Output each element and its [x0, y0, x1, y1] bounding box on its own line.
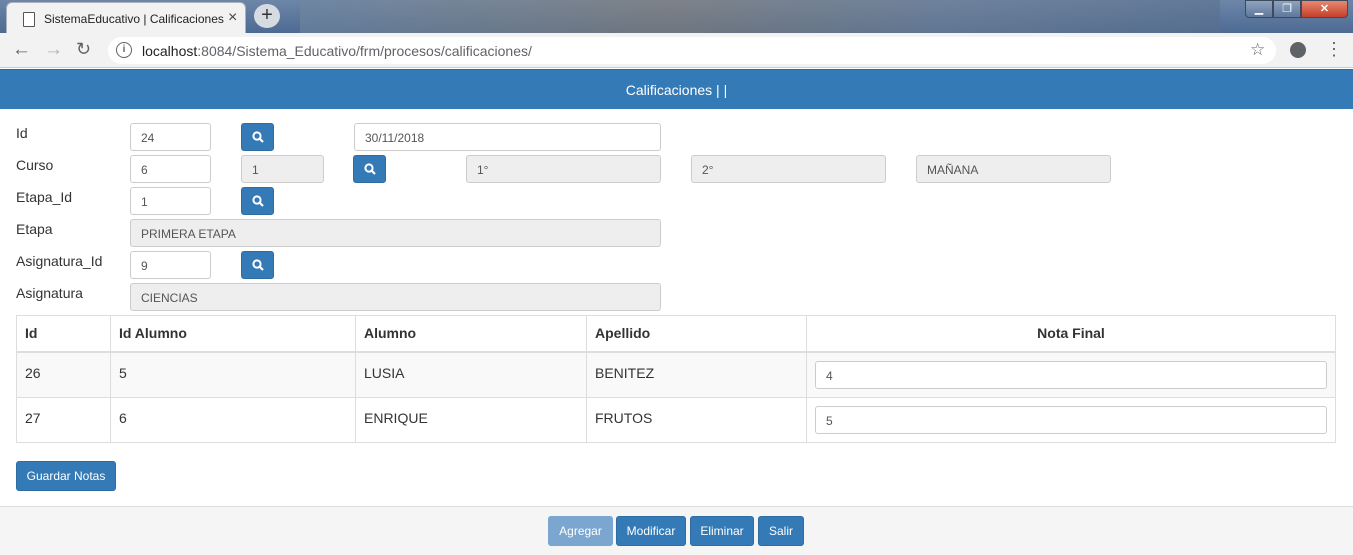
browser-tab[interactable]: SistemaEducativo | Calificaciones × [6, 2, 246, 35]
address-bar[interactable]: i localhost:8084/Sistema_Educativo/frm/p… [108, 37, 1276, 64]
id-label: Id [16, 125, 28, 141]
asignatura-label: Asignatura [16, 285, 83, 301]
turno-field: MAÑANA [916, 155, 1111, 183]
nota-input[interactable]: 4 [815, 360, 1327, 389]
curso-a-field: 1° [466, 155, 661, 183]
etapa-id-input[interactable]: 1 [130, 187, 211, 215]
fecha-input[interactable]: 30/11/2018 [354, 123, 661, 151]
tab-close-icon[interactable]: × [228, 9, 237, 27]
cell-id: 26 [16, 351, 111, 398]
maximize-button[interactable]: ❐ [1273, 0, 1301, 18]
cell-id-alumno: 6 [110, 396, 356, 443]
window-titlebar: SistemaEducativo | Calificaciones × + ▁ … [0, 0, 1353, 35]
curso-b-field: 2° [691, 155, 886, 183]
curso-code-field: 1 [241, 155, 324, 183]
curso-label: Curso [16, 157, 54, 173]
panel-header: Calificaciones | | [0, 69, 1353, 109]
asignatura-id-label: Asignatura_Id [16, 253, 103, 269]
agregar-button[interactable]: Agregar [548, 516, 613, 546]
id-input[interactable]: 24 [130, 123, 211, 151]
asignatura-field: CIENCIAS [130, 283, 661, 311]
nota-input[interactable]: 5 [815, 405, 1327, 434]
url-text: localhost:8084/Sistema_Educativo/frm/pro… [142, 43, 532, 59]
account-icon[interactable] [1290, 42, 1306, 58]
search-icon [252, 131, 264, 143]
desktop-background [300, 0, 1220, 33]
page-icon [23, 12, 35, 27]
col-header-id-alumno: Id Alumno [110, 315, 356, 353]
table-row: 26 5 LUSIA BENITEZ 4 [16, 351, 1336, 398]
eliminar-button[interactable]: Eliminar [690, 516, 754, 546]
forward-icon[interactable]: → [44, 39, 63, 61]
modificar-button[interactable]: Modificar [616, 516, 686, 546]
page-title: Calificaciones | | [625, 82, 728, 98]
minimize-button[interactable]: ▁ [1245, 0, 1273, 18]
salir-button[interactable]: Salir [758, 516, 804, 546]
tab-title: SistemaEducativo | Calificaciones [44, 12, 224, 26]
asignatura-search-button[interactable] [241, 251, 274, 279]
etapa-field: PRIMERA ETAPA [130, 219, 661, 247]
cell-alumno: ENRIQUE [355, 396, 587, 443]
menu-dots-icon[interactable]: ⋮ [1325, 39, 1343, 60]
bookmark-star-icon[interactable]: ☆ [1250, 40, 1265, 60]
col-header-id: Id [16, 315, 111, 353]
url-host: localhost [142, 43, 198, 59]
browser-toolbar: ← → ↻ i localhost:8084/Sistema_Educativo… [0, 33, 1353, 68]
table-header-row: Id Id Alumno Alumno Apellido Nota Final [16, 315, 1336, 353]
search-icon [252, 259, 264, 271]
cell-apellido: BENITEZ [586, 351, 807, 398]
col-header-nota-final: Nota Final [806, 315, 1336, 353]
cell-nota: 4 [806, 351, 1336, 398]
search-icon [252, 195, 264, 207]
close-window-button[interactable]: ✕ [1301, 0, 1348, 18]
search-icon [364, 163, 376, 175]
url-path: :8084/Sistema_Educativo/frm/procesos/cal… [197, 43, 532, 59]
cell-id: 27 [16, 396, 111, 443]
asignatura-id-input[interactable]: 9 [130, 251, 211, 279]
cell-id-alumno: 5 [110, 351, 356, 398]
etapa-search-button[interactable] [241, 187, 274, 215]
curso-input[interactable]: 6 [130, 155, 211, 183]
id-search-button[interactable] [241, 123, 274, 151]
table-row: 27 6 ENRIQUE FRUTOS 5 [16, 396, 1336, 443]
col-header-alumno: Alumno [355, 315, 587, 353]
guardar-notas-button[interactable]: Guardar Notas [16, 461, 116, 491]
curso-search-button[interactable] [353, 155, 386, 183]
new-tab-button[interactable]: + [254, 4, 280, 28]
cell-nota: 5 [806, 396, 1336, 443]
etapa-id-label: Etapa_Id [16, 189, 73, 205]
col-header-apellido: Apellido [586, 315, 807, 353]
cell-alumno: LUSIA [355, 351, 587, 398]
grades-table: Id Id Alumno Alumno Apellido Nota Final … [16, 315, 1336, 443]
etapa-label: Etapa [16, 221, 53, 237]
cell-apellido: FRUTOS [586, 396, 807, 443]
info-icon[interactable]: i [116, 42, 132, 58]
reload-icon[interactable]: ↻ [76, 39, 91, 60]
back-icon[interactable]: ← [12, 39, 31, 61]
